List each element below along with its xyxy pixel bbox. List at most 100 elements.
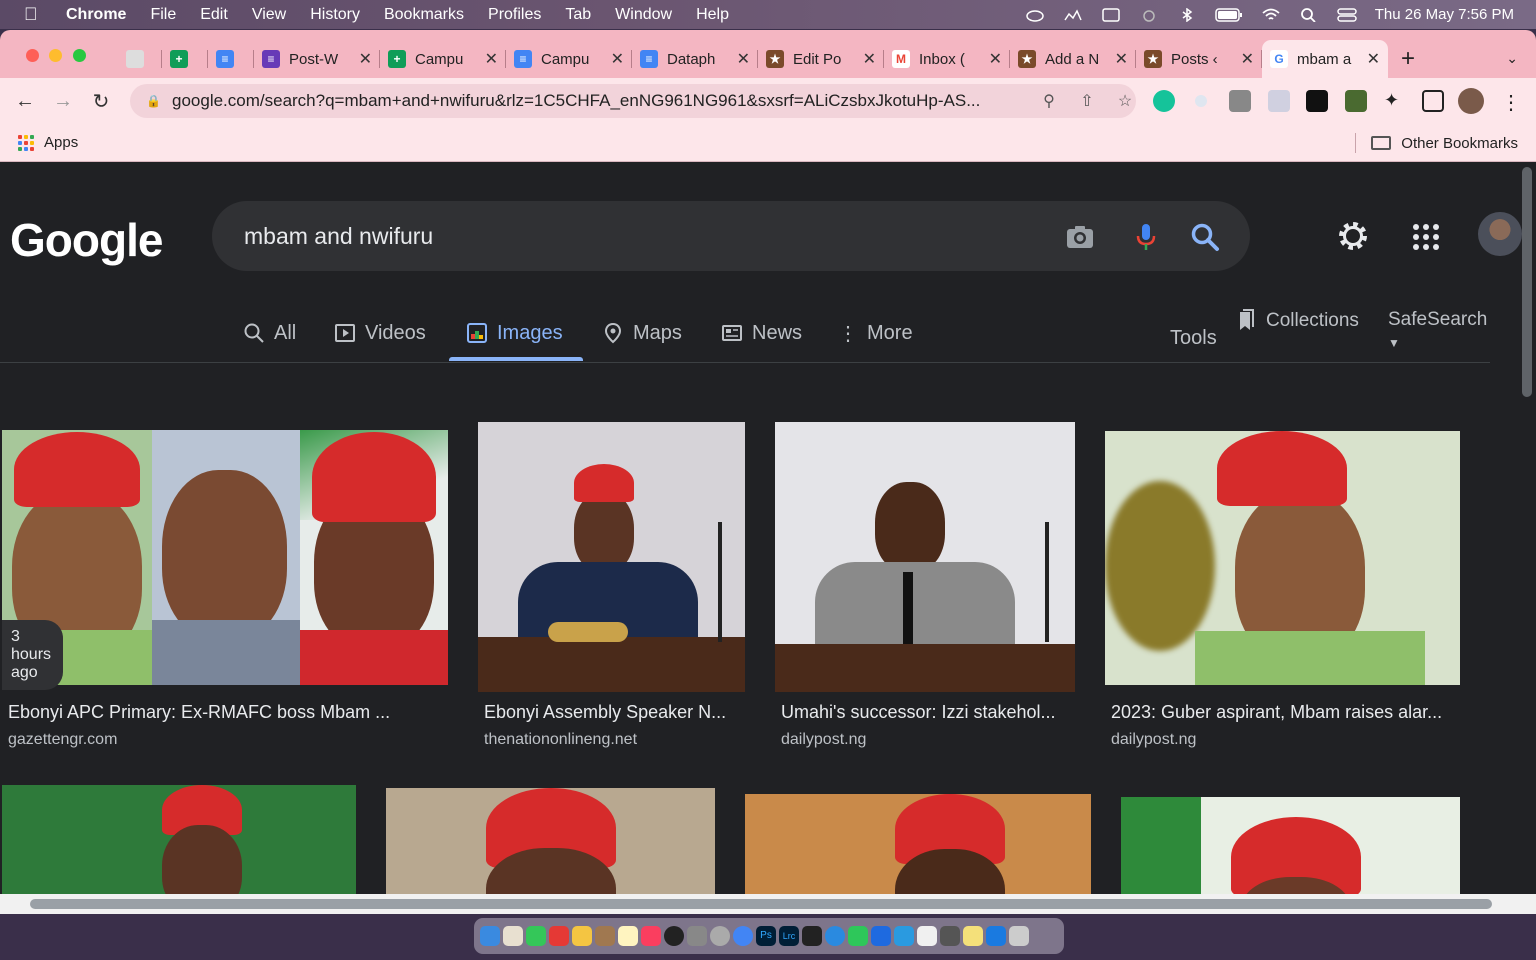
airdrop-icon[interactable]	[1139, 8, 1159, 22]
tab-campu-docs[interactable]: ≡ Campu ✕	[506, 40, 632, 78]
bluetooth-app-icon[interactable]	[871, 926, 891, 946]
photos-icon[interactable]	[572, 926, 592, 946]
tab-edit-post[interactable]: ★ Edit Po ✕	[758, 40, 884, 78]
search-icon[interactable]	[1189, 221, 1221, 253]
menu-window[interactable]: Window	[615, 6, 672, 24]
menu-history[interactable]: History	[310, 6, 360, 24]
tab-videos[interactable]: Videos	[334, 315, 426, 351]
tab-campu-sheets[interactable]: + Campu ✕	[380, 40, 506, 78]
tab-pinned-1[interactable]	[118, 40, 162, 78]
minimize-window-button[interactable]	[49, 49, 62, 62]
messages-icon[interactable]	[526, 926, 546, 946]
notes-icon[interactable]	[963, 926, 983, 946]
close-tab-icon[interactable]: ✕	[863, 49, 876, 69]
battery-icon[interactable]	[1215, 7, 1243, 22]
url-text[interactable]: google.com/search?q=mbam+and+nwifuru&rlz…	[172, 91, 1022, 111]
invid-extension-icon[interactable]	[1268, 90, 1290, 112]
tab-inbox[interactable]: M Inbox (✕	[884, 40, 1010, 78]
tab-post-w[interactable]: ≡ Post-W ✕	[254, 40, 380, 78]
profile-avatar[interactable]	[1458, 88, 1484, 114]
tab-more[interactable]: ⋮ More	[838, 315, 913, 351]
result-source[interactable]: dailypost.ng	[781, 731, 866, 749]
chrome-icon[interactable]	[733, 926, 753, 946]
settings-gear-icon[interactable]	[1336, 219, 1370, 253]
safesearch-dropdown[interactable]: SafeSearch ▼	[1388, 309, 1490, 353]
facetime-icon[interactable]	[848, 926, 868, 946]
share-icon[interactable]: ⇧	[1076, 90, 1098, 112]
menu-tab[interactable]: Tab	[565, 6, 591, 24]
tab-posts[interactable]: ★ Posts ‹ ✕	[1136, 40, 1262, 78]
screenshot-icon[interactable]	[687, 926, 707, 946]
textedit-icon[interactable]	[917, 926, 937, 946]
result-thumbnail[interactable]	[1105, 431, 1460, 685]
archive-extension-icon[interactable]	[1229, 90, 1251, 112]
apps-bookmark[interactable]: Apps	[44, 134, 78, 151]
display-icon[interactable]	[1101, 7, 1121, 22]
side-panel-icon[interactable]	[1422, 90, 1444, 112]
close-tab-icon[interactable]: ✕	[737, 49, 750, 69]
google-logo[interactable]: Google	[10, 213, 163, 267]
music-icon[interactable]	[641, 926, 661, 946]
collections-button[interactable]: Collections	[1236, 309, 1359, 333]
menu-file[interactable]: File	[150, 6, 176, 24]
extensions-puzzle-icon[interactable]: ✦	[1384, 90, 1406, 112]
account-avatar[interactable]	[1478, 212, 1522, 256]
photoshop-icon[interactable]: Ps	[756, 926, 776, 946]
spotlight-search-icon[interactable]	[1299, 7, 1319, 22]
bookmark-star-icon[interactable]: ☆	[1114, 90, 1136, 112]
menu-bookmarks[interactable]: Bookmarks	[384, 6, 464, 24]
new-tab-button[interactable]: +	[1388, 40, 1428, 78]
menu-help[interactable]: Help	[696, 6, 729, 24]
search-box[interactable]: mbam and nwifuru	[212, 201, 1250, 271]
terminal-icon[interactable]	[802, 926, 822, 946]
result-thumbnail[interactable]	[478, 422, 745, 692]
reload-button[interactable]: ↻	[88, 88, 114, 114]
activity-icon[interactable]	[1063, 8, 1083, 22]
other-bookmarks-button[interactable]: Other Bookmarks	[1355, 124, 1518, 162]
tab-dataph[interactable]: ≡ Dataph ✕	[632, 40, 758, 78]
b-extension-icon[interactable]	[1306, 90, 1328, 112]
horizontal-scrollbar[interactable]	[30, 899, 1492, 909]
menu-view[interactable]: View	[252, 6, 286, 24]
close-tab-icon[interactable]: ✕	[1115, 49, 1128, 69]
microphone-icon[interactable]	[1130, 221, 1162, 253]
tab-add-a-n[interactable]: ★ Add a N ✕	[1010, 40, 1136, 78]
zoom-icon[interactable]: ⚲	[1038, 90, 1060, 112]
tab-search-chevron-icon[interactable]: ⌄	[1506, 50, 1518, 67]
result-title[interactable]: Ebonyi APC Primary: Ex-RMAFC boss Mbam .…	[8, 702, 390, 723]
google-apps-icon[interactable]	[1413, 224, 1439, 250]
zoom-window-button[interactable]	[73, 49, 86, 62]
result-title[interactable]: Ebonyi Assembly Speaker N...	[484, 702, 726, 723]
close-tab-icon[interactable]: ✕	[485, 49, 498, 69]
tool-extension-icon[interactable]	[1345, 90, 1367, 112]
onepassword-icon[interactable]	[664, 926, 684, 946]
apps-grid-icon[interactable]	[18, 134, 34, 151]
close-tab-icon[interactable]: ✕	[611, 49, 624, 69]
close-tab-icon[interactable]: ✕	[989, 49, 1002, 69]
tools-button[interactable]: Tools	[1170, 327, 1217, 350]
lock-icon[interactable]: 🔒	[146, 94, 161, 108]
bluetooth-icon[interactable]	[1177, 7, 1197, 22]
close-tab-icon[interactable]: ✕	[1367, 49, 1380, 69]
apple-menu-icon[interactable]: 	[24, 4, 44, 25]
close-tab-icon[interactable]: ✕	[1241, 49, 1254, 69]
finder-icon[interactable]	[480, 926, 500, 946]
menu-edit[interactable]: Edit	[200, 6, 228, 24]
back-button[interactable]: ←	[12, 88, 38, 114]
control-center-icon[interactable]	[1337, 7, 1357, 22]
menu-profiles[interactable]: Profiles	[488, 6, 541, 24]
result-thumbnail[interactable]	[775, 422, 1075, 692]
tab-images[interactable]: Images	[466, 315, 563, 351]
result-title[interactable]: 2023: Guber aspirant, Mbam raises alar..…	[1111, 702, 1442, 723]
result-source[interactable]: dailypost.ng	[1111, 731, 1196, 749]
camera-search-icon[interactable]	[1064, 221, 1096, 253]
app-store-icon[interactable]	[894, 926, 914, 946]
clock[interactable]: Thu 26 May 7:56 PM	[1375, 6, 1514, 23]
trash-icon[interactable]	[1009, 926, 1029, 946]
forward-button[interactable]: →	[50, 88, 76, 114]
vertical-scrollbar[interactable]	[1522, 167, 1532, 397]
stickies-icon[interactable]	[618, 926, 638, 946]
grammarly-extension-icon[interactable]	[1153, 90, 1175, 112]
result-title[interactable]: Umahi's successor: Izzi stakehol...	[781, 702, 1056, 723]
tab-maps[interactable]: Maps	[602, 315, 682, 351]
